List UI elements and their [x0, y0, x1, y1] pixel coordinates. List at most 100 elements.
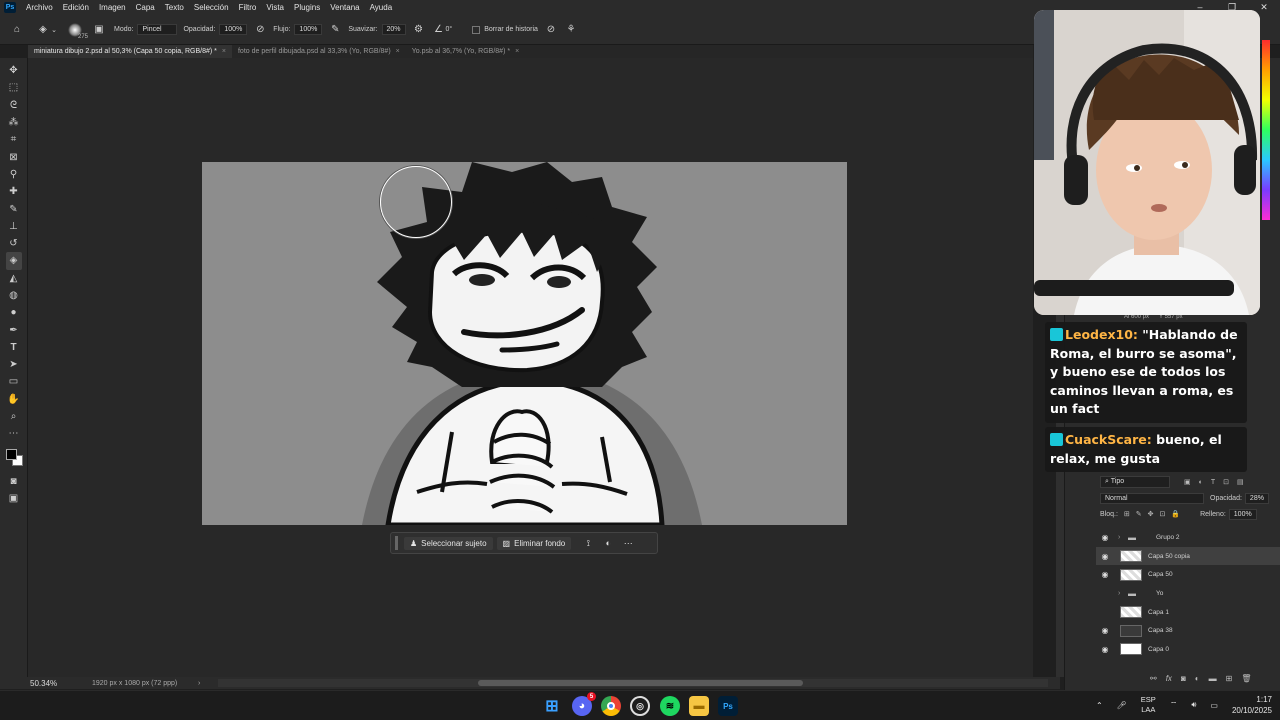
menu-imagen[interactable]: Imagen — [94, 3, 131, 12]
symmetry-icon[interactable]: ⚘ — [564, 23, 578, 37]
layer-capa-50[interactable]: ◉ Capa 50 — [1096, 565, 1280, 584]
blend-mode-select[interactable]: Normal — [1100, 492, 1204, 504]
layer-grupo-2[interactable]: ◉ › ▬ Grupo 2 — [1096, 528, 1280, 547]
eye-icon[interactable]: ◉ — [1100, 570, 1110, 579]
more-options-icon[interactable]: ⋯ — [621, 536, 635, 550]
chevron-right-icon[interactable]: › — [1118, 590, 1126, 597]
link-icon[interactable]: ⚯ — [1150, 674, 1157, 683]
scrollbar-thumb[interactable] — [478, 680, 803, 686]
erase-history-checkbox[interactable] — [472, 25, 481, 34]
close-icon[interactable]: × — [222, 48, 226, 55]
frame-tool-icon[interactable]: ⊠ — [6, 148, 22, 165]
battery-icon[interactable]: ▭ — [1210, 701, 1218, 710]
eye-icon[interactable]: ◉ — [1100, 645, 1110, 654]
layer-yo[interactable]: › ▬ Yo — [1096, 584, 1280, 603]
layer-capa-0[interactable]: ◉ Capa 0 — [1096, 640, 1280, 659]
layer-capa-50-copia[interactable]: ◉ Capa 50 copia — [1096, 546, 1280, 566]
menu-ventana[interactable]: Ventana — [325, 3, 364, 12]
chevron-right-icon[interactable]: › — [198, 680, 200, 687]
brush-tool-icon[interactable]: ✎ — [6, 200, 22, 217]
chevron-right-icon[interactable]: › — [1118, 534, 1126, 541]
chevron-up-icon[interactable]: ⌃ — [1096, 701, 1103, 710]
chevron-down-icon[interactable]: ⌄ — [50, 23, 58, 37]
home-icon[interactable]: ⌂ — [10, 23, 24, 37]
pressure-opacity-icon[interactable]: ⊘ — [253, 23, 267, 37]
type-tool-icon[interactable]: T — [6, 339, 22, 356]
eraser-tool-icon[interactable]: ◈ — [5, 252, 22, 270]
canvas-area[interactable] — [28, 58, 1033, 677]
screen-mode-icon[interactable]: ▣ — [6, 490, 22, 507]
smoothing-field[interactable]: 20% — [381, 24, 406, 35]
menu-capa[interactable]: Capa — [131, 3, 160, 12]
layer-capa-1[interactable]: Capa 1 — [1096, 603, 1280, 622]
remove-background-button[interactable]: ▨ Eliminar fondo — [496, 536, 572, 550]
volume-icon[interactable]: 🔊︎ — [1191, 700, 1196, 710]
windows-start-icon[interactable]: ⊞ — [542, 696, 562, 716]
lasso-tool-icon[interactable]: ᘓ — [6, 97, 22, 114]
menu-texto[interactable]: Texto — [160, 3, 189, 12]
mask-icon[interactable]: ◙ — [1181, 674, 1186, 683]
microphone-icon[interactable]: 🎤︎ — [1117, 701, 1127, 710]
brush-settings-icon[interactable]: ▣ — [92, 23, 106, 37]
adjustment-icon[interactable]: ◐ — [601, 536, 615, 550]
opacity-field[interactable]: 100% — [219, 24, 248, 35]
network-icon[interactable]: ⌔ — [1170, 700, 1178, 710]
angle-value[interactable]: 0° — [446, 26, 453, 33]
eyedropper-icon[interactable]: ⚲ — [6, 166, 22, 183]
adjustment-layer-icon[interactable]: ◐ — [1195, 674, 1200, 683]
menu-ayuda[interactable]: Ayuda — [365, 3, 398, 12]
layer-opacity-field[interactable]: 28% — [1244, 492, 1269, 504]
history-brush-icon[interactable]: ↺ — [6, 235, 22, 252]
menu-vista[interactable]: Vista — [261, 3, 289, 12]
close-icon[interactable]: × — [515, 48, 519, 55]
new-layer-icon[interactable]: ⊞ — [1226, 674, 1233, 683]
horizontal-scrollbar[interactable] — [218, 679, 1048, 687]
bucket-tool-icon[interactable]: ◭ — [6, 270, 22, 287]
fill-field[interactable]: 100% — [1228, 508, 1257, 520]
layer-filter-select[interactable]: ⌕ Tipo — [1100, 476, 1170, 488]
flow-field[interactable]: 100% — [294, 24, 323, 35]
drag-handle[interactable] — [395, 536, 398, 550]
path-select-icon[interactable]: ➤ — [6, 356, 22, 373]
foreground-color[interactable] — [5, 448, 17, 460]
magic-wand-icon[interactable]: ⁂ — [6, 114, 22, 131]
tab-yo-psb[interactable]: Yo.psb al 36,7% (Yo, RGB/8#) * × — [406, 45, 525, 58]
zoom-tool-icon[interactable]: ⌕ — [6, 408, 22, 425]
transform-icon[interactable]: ⟟ — [581, 536, 595, 550]
file-explorer-icon[interactable]: ▬ — [689, 696, 709, 716]
move-tool-icon[interactable]: ✥ — [6, 62, 22, 79]
eye-icon[interactable]: ◉ — [1100, 533, 1110, 542]
rectangle-tool-icon[interactable]: ▭ — [6, 373, 22, 390]
marquee-tool-icon[interactable]: ⬚ — [6, 79, 22, 96]
eye-icon[interactable]: ◉ — [1100, 552, 1110, 561]
gear-icon[interactable]: ⚙ — [412, 23, 426, 37]
chrome-icon[interactable] — [601, 696, 621, 716]
document-canvas[interactable] — [202, 162, 847, 525]
photoshop-taskbar-icon[interactable]: Ps — [718, 696, 738, 716]
clock[interactable]: 1:17 20/10/2025 — [1232, 694, 1272, 716]
menu-filtro[interactable]: Filtro — [234, 3, 262, 12]
lock-icons[interactable]: ⊞✎✥⊡🔒 — [1124, 510, 1186, 518]
eraser-tool-icon[interactable]: ◈ — [36, 23, 50, 37]
menu-edicion[interactable]: Edición — [58, 3, 94, 12]
new-group-icon[interactable]: ▬ — [1209, 674, 1217, 683]
select-subject-button[interactable]: ♟ Seleccionar sujeto — [404, 536, 493, 550]
fx-icon[interactable]: fx — [1166, 674, 1172, 683]
menu-archivo[interactable]: Archivo — [21, 3, 58, 12]
more-tools-icon[interactable]: ⋯ — [6, 425, 22, 442]
zoom-level[interactable]: 50.34% — [30, 679, 92, 688]
color-swatches[interactable] — [4, 447, 24, 467]
spotify-icon[interactable]: ≋ — [660, 696, 680, 716]
language-indicator[interactable]: ESP LAA — [1141, 695, 1156, 715]
quick-mask-icon[interactable]: ◙ — [6, 473, 22, 490]
airbrush-icon[interactable]: ✎ — [328, 23, 342, 37]
obs-icon[interactable]: ◎ — [630, 696, 650, 716]
tab-miniatura-dibujo[interactable]: miniatura dibujo 2.psd al 50,3% (Capa 50… — [28, 45, 232, 58]
menu-seleccion[interactable]: Selección — [189, 3, 234, 12]
eye-icon[interactable]: ◉ — [1100, 626, 1110, 635]
pressure-size-icon[interactable]: ⊘ — [544, 23, 558, 37]
mode-select[interactable]: Pincel — [137, 24, 178, 35]
dodge-tool-icon[interactable]: ● — [6, 304, 22, 321]
menu-plugins[interactable]: Plugins — [289, 3, 325, 12]
hand-tool-icon[interactable]: ✋ — [6, 391, 22, 408]
